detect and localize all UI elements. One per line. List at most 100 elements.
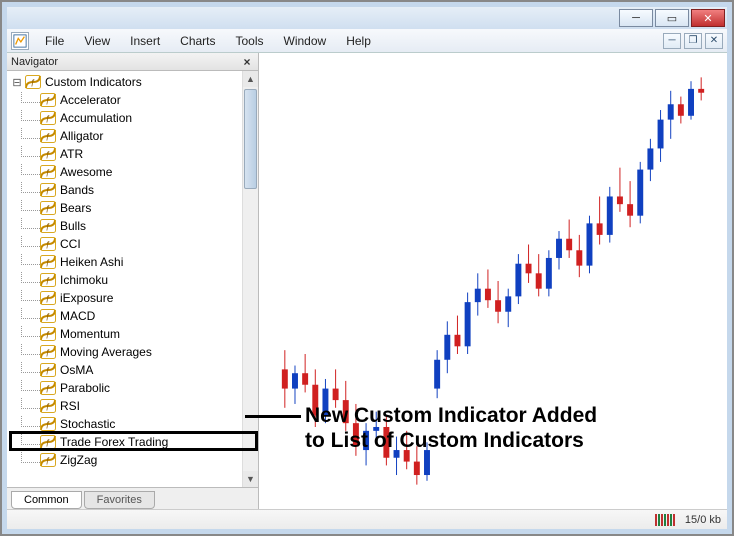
mdi-close-button[interactable]: ✕ [705, 33, 723, 49]
annotation-line-2: to List of Custom Indicators [305, 428, 721, 453]
indicator-icon: ƒ [40, 345, 56, 359]
menu-window[interactable]: Window [274, 31, 337, 51]
menu-view[interactable]: View [74, 31, 120, 51]
tree-item[interactable]: ƒ Trade Forex Trading [9, 433, 242, 451]
tree-item-label: iExposure [60, 291, 113, 305]
tree-item-label: Bears [60, 201, 91, 215]
tree-item[interactable]: ƒ MACD [9, 307, 242, 325]
chart-area[interactable]: New Custom Indicator Added to List of Cu… [259, 53, 727, 509]
maximize-button[interactable]: ▭ [655, 9, 689, 27]
expander-icon[interactable]: ⊟ [11, 76, 23, 89]
tree-item-label: Awesome [60, 165, 112, 179]
tree-item-label: Heiken Ashi [60, 255, 123, 269]
indicator-icon: ƒ [40, 165, 56, 179]
indicator-icon: ƒ [40, 291, 56, 305]
tree-item-label: ATR [60, 147, 83, 161]
indicator-icon: ƒ [40, 399, 56, 413]
navigator-tabs: Common Favorites [7, 487, 258, 509]
tree-item[interactable]: ƒ Parabolic [9, 379, 242, 397]
tree-item[interactable]: ƒ Moving Averages [9, 343, 242, 361]
tree-item[interactable]: ƒ iExposure [9, 289, 242, 307]
tree-item[interactable]: ƒ Momentum [9, 325, 242, 343]
tree-item[interactable]: ƒ Accelerator [9, 91, 242, 109]
indicator-icon: ƒ [25, 75, 41, 89]
tree-item[interactable]: ƒ Stochastic [9, 415, 242, 433]
navigator-panel: Navigator × ⊟ ƒ Custom Indicators ƒ Acce… [7, 53, 259, 509]
svg-text:ƒ: ƒ [31, 78, 35, 87]
svg-text:ƒ: ƒ [46, 366, 50, 375]
svg-text:ƒ: ƒ [46, 150, 50, 159]
indicator-icon: ƒ [40, 273, 56, 287]
indicator-icon: ƒ [40, 219, 56, 233]
tree-item[interactable]: ƒ Ichimoku [9, 271, 242, 289]
navigator-close-icon[interactable]: × [240, 55, 254, 69]
mdi-minimize-button[interactable]: ─ [663, 33, 681, 49]
tree-item[interactable]: ƒ Alligator [9, 127, 242, 145]
tree-item[interactable]: ƒ Bands [9, 181, 242, 199]
annotation-pointer [245, 415, 301, 418]
tree-item[interactable]: ƒ Bears [9, 199, 242, 217]
tree-item[interactable]: ƒ ATR [9, 145, 242, 163]
navigator-header: Navigator × [7, 53, 258, 71]
indicator-icon: ƒ [40, 93, 56, 107]
tree-item[interactable]: ƒ Awesome [9, 163, 242, 181]
svg-text:ƒ: ƒ [46, 96, 50, 105]
svg-text:ƒ: ƒ [46, 312, 50, 321]
svg-text:ƒ: ƒ [46, 222, 50, 231]
tree-item-label: Moving Averages [60, 345, 152, 359]
svg-text:ƒ: ƒ [46, 438, 50, 447]
tree-root-label: Custom Indicators [45, 75, 142, 89]
scroll-down-icon[interactable]: ▼ [243, 471, 258, 487]
tree-item[interactable]: ƒ RSI [9, 397, 242, 415]
tree-item-label: OsMA [60, 363, 93, 377]
svg-text:ƒ: ƒ [46, 294, 50, 303]
indicator-icon: ƒ [40, 111, 56, 125]
close-button[interactable]: ✕ [691, 9, 725, 27]
indicator-icon: ƒ [40, 183, 56, 197]
mdi-restore-button[interactable]: ❐ [684, 33, 702, 49]
tree-root[interactable]: ⊟ ƒ Custom Indicators [9, 73, 242, 91]
tab-favorites[interactable]: Favorites [84, 491, 155, 509]
navigator-scrollbar[interactable]: ▲ ▼ [242, 71, 258, 487]
indicator-icon: ƒ [40, 129, 56, 143]
menu-file[interactable]: File [35, 31, 74, 51]
tree-item[interactable]: ƒ Bulls [9, 217, 242, 235]
tree-item-label: RSI [60, 399, 80, 413]
indicator-icon: ƒ [40, 417, 56, 431]
svg-text:ƒ: ƒ [46, 132, 50, 141]
svg-text:ƒ: ƒ [46, 330, 50, 339]
scroll-up-icon[interactable]: ▲ [243, 71, 258, 87]
tab-common[interactable]: Common [11, 491, 82, 509]
tree-item[interactable]: ƒ Accumulation [9, 109, 242, 127]
svg-text:ƒ: ƒ [46, 204, 50, 213]
tree-item[interactable]: ƒ CCI [9, 235, 242, 253]
menu-tools[interactable]: Tools [226, 31, 274, 51]
app-icon [11, 32, 29, 50]
tree-item[interactable]: ƒ OsMA [9, 361, 242, 379]
connection-icon [655, 514, 675, 526]
navigator-tree[interactable]: ⊟ ƒ Custom Indicators ƒ Accelerator ƒ Ac… [7, 71, 242, 487]
svg-text:ƒ: ƒ [46, 168, 50, 177]
tree-item-label: Ichimoku [60, 273, 108, 287]
tree-item-label: Stochastic [60, 417, 115, 431]
indicator-icon: ƒ [40, 435, 56, 449]
tree-item[interactable]: ƒ Heiken Ashi [9, 253, 242, 271]
menu-insert[interactable]: Insert [120, 31, 170, 51]
menu-help[interactable]: Help [336, 31, 381, 51]
indicator-icon: ƒ [40, 363, 56, 377]
svg-text:ƒ: ƒ [46, 402, 50, 411]
indicator-icon: ƒ [40, 147, 56, 161]
tree-item-label: Accumulation [60, 111, 132, 125]
annotation-line-1: New Custom Indicator Added [305, 403, 721, 428]
status-bar: 15/0 kb [7, 509, 727, 529]
scroll-thumb[interactable] [244, 89, 257, 189]
menu-charts[interactable]: Charts [170, 31, 225, 51]
svg-text:ƒ: ƒ [46, 258, 50, 267]
tree-item[interactable]: ƒ ZigZag [9, 451, 242, 469]
tree-item-label: ZigZag [60, 453, 97, 467]
indicator-icon: ƒ [40, 255, 56, 269]
svg-text:ƒ: ƒ [46, 384, 50, 393]
minimize-button[interactable]: ─ [619, 9, 653, 27]
indicator-icon: ƒ [40, 381, 56, 395]
indicator-icon: ƒ [40, 201, 56, 215]
